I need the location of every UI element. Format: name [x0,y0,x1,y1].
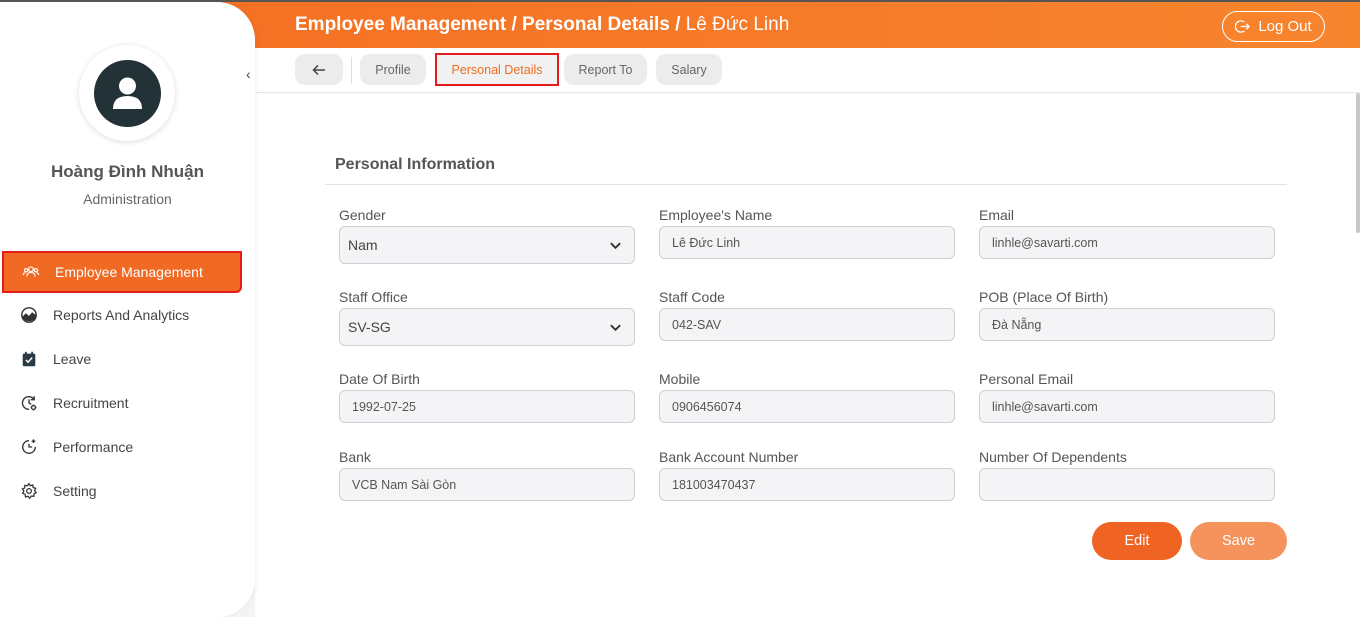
pob-label: POB (Place Of Birth) [979,289,1109,305]
mobile-label: Mobile [659,371,701,387]
breadcrumb: Employee Management / Personal Details /… [295,14,789,36]
sidebar-item-label: Employee Management [55,264,203,280]
sidebar-item-setting[interactable]: Setting [0,471,255,511]
personal-email-field[interactable]: linhle@savarti.com [979,390,1275,423]
bank-field[interactable]: VCB Nam Sài Gòn [339,468,635,501]
recruitment-icon [19,393,39,413]
logout-button[interactable]: Log Out [1222,11,1325,42]
dependents-field[interactable] [979,468,1275,501]
sidebar: ‹ Hoàng Đình Nhuận Administration Employ… [0,2,255,617]
employee-name-field[interactable]: Lê Đức Linh [659,226,955,259]
arrow-left-icon [312,64,325,75]
tab-bar: Profile Personal Details Report To Salar… [255,48,1360,93]
sidebar-item-label: Leave [53,351,92,367]
logout-label: Log Out [1258,18,1312,35]
sidebar-item-employee-management[interactable]: Employee Management [2,251,242,293]
scrollbar[interactable] [1356,93,1360,233]
save-button[interactable]: Save [1190,522,1287,560]
back-button[interactable] [295,54,343,85]
calendar-check-icon [19,349,39,369]
edit-button[interactable]: Edit [1092,522,1182,560]
tab-report-to[interactable]: Report To [564,54,647,85]
email-label: Email [979,207,1015,223]
gender-select[interactable]: Nam [339,226,635,264]
staff-office-label: Staff Office [339,289,408,305]
user-avatar-icon [93,59,161,127]
user-name: Hoàng Đình Nhuận [51,162,204,181]
tab-divider [351,57,352,84]
pob-field[interactable]: Đà Nẵng [979,308,1275,341]
tab-personal-details[interactable]: Personal Details [435,53,559,86]
sidebar-item-recruitment[interactable]: Recruitment [0,383,255,423]
sidebar-item-performance[interactable]: Performance [0,427,255,467]
section-divider [325,184,1287,185]
sidebar-item-label: Setting [53,483,97,499]
bank-account-label: Bank Account Number [659,449,799,465]
logout-icon [1235,20,1251,33]
tab-label: Report To [578,62,633,77]
breadcrumb-employee-name: Lê Đức Linh [685,14,790,35]
chevron-down-icon [610,242,621,250]
personal-email-label: Personal Email [979,371,1074,387]
section-title: Personal Information [335,156,496,173]
employee-name-label: Employee's Name [659,207,773,223]
breadcrumb-separator: / [669,14,686,35]
tab-profile[interactable]: Profile [360,54,426,85]
email-field[interactable]: linhle@savarti.com [979,226,1275,259]
main-content: Personal Information Gender Nam Employee… [255,93,1360,617]
staff-code-label: Staff Code [659,289,725,305]
breadcrumb-separator: / [506,14,523,35]
breadcrumb-personal-details[interactable]: Personal Details [522,14,670,35]
bank-label: Bank [339,449,371,465]
dependents-label: Number Of Dependents [979,449,1127,465]
staff-office-value: SV-SG [348,319,391,335]
sidebar-item-leave[interactable]: Leave [0,339,255,379]
gender-label: Gender [339,207,386,223]
dob-field[interactable]: 1992-07-25 [339,390,635,423]
chevron-down-icon [610,324,621,332]
mobile-field[interactable]: 0906456074 [659,390,955,423]
breadcrumb-employee-management[interactable]: Employee Management [295,14,506,35]
tab-salary[interactable]: Salary [656,54,722,85]
chart-icon [19,305,39,325]
tab-label: Profile [375,62,411,77]
sidebar-item-label: Performance [53,439,134,455]
dob-label: Date Of Birth [339,371,420,387]
tab-label: Salary [671,62,707,77]
tab-label: Personal Details [451,62,543,77]
collapse-sidebar-icon[interactable]: ‹ [246,66,251,82]
staff-code-field[interactable]: 042-SAV [659,308,955,341]
gender-value: Nam [348,237,378,253]
staff-office-select[interactable]: SV-SG [339,308,635,346]
user-role: Administration [83,191,172,207]
avatar[interactable] [79,45,175,141]
gear-icon [19,481,39,501]
sidebar-item-label: Recruitment [53,395,129,411]
sidebar-item-label: Reports And Analytics [53,307,190,323]
sidebar-item-reports-and-analytics[interactable]: Reports And Analytics [0,295,255,335]
users-icon [21,262,41,282]
performance-icon [19,437,39,457]
bank-account-field[interactable]: 181003470437 [659,468,955,501]
